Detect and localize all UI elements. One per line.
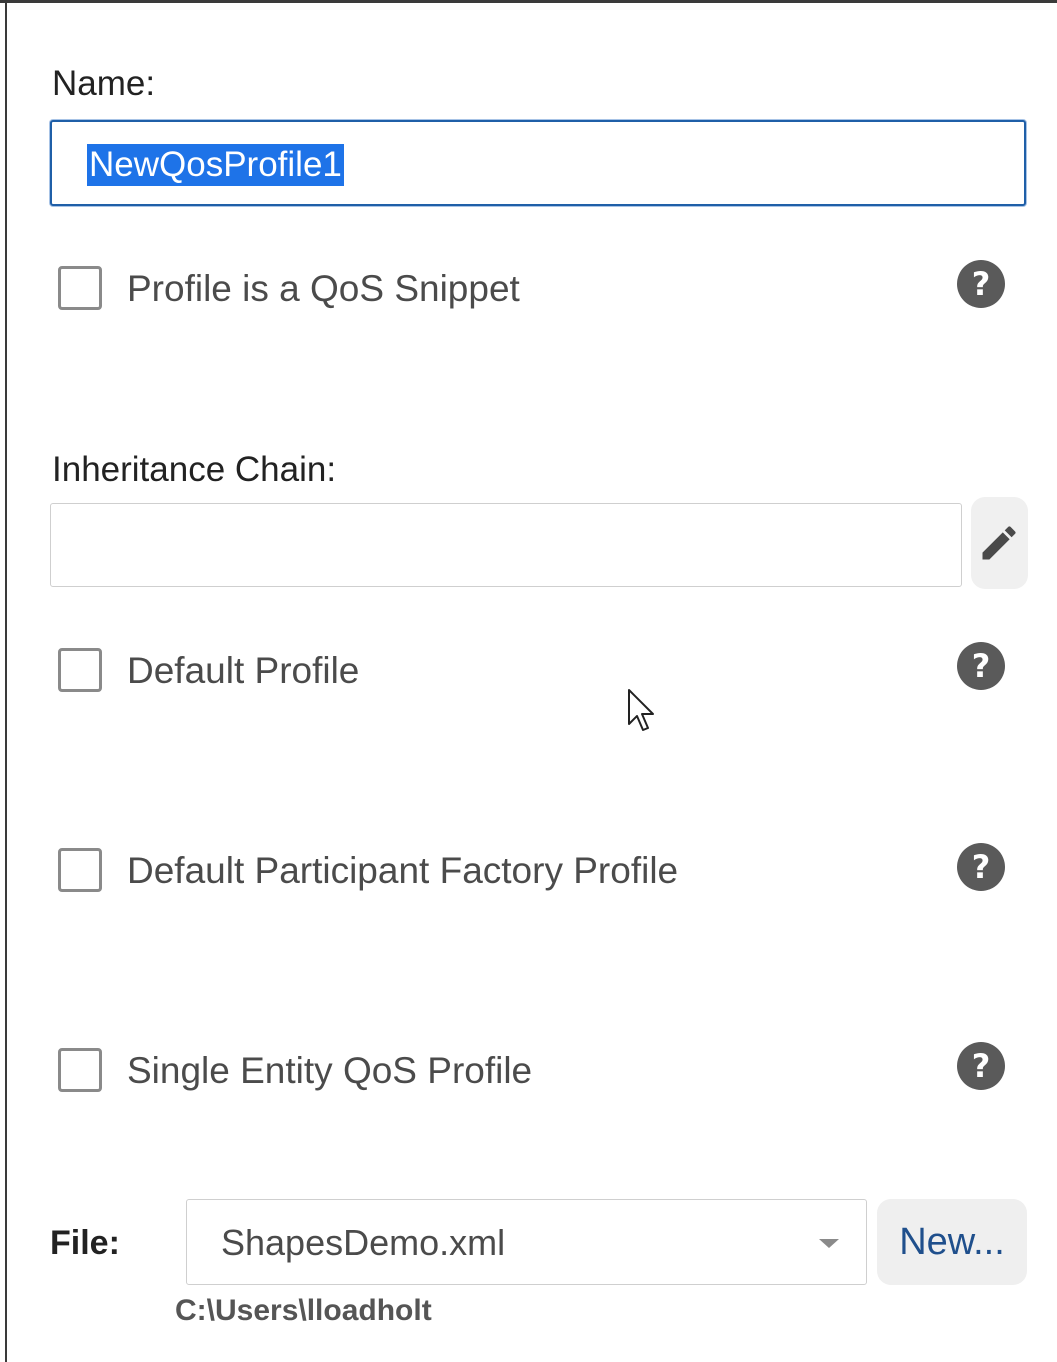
name-input[interactable]: NewQosProfile1 <box>50 120 1026 206</box>
qos-snippet-checkbox[interactable] <box>58 266 102 310</box>
default-participant-factory-label: Default Participant Factory Profile <box>127 850 679 891</box>
file-select-value: ShapesDemo.xml <box>221 1222 506 1263</box>
file-select[interactable]: ShapesDemo.xml <box>186 1199 867 1285</box>
new-file-button[interactable]: New... <box>877 1199 1027 1285</box>
inheritance-chain-input[interactable] <box>50 503 962 587</box>
question-circle-icon[interactable]: ? <box>957 1042 1005 1090</box>
qos-snippet-label: Profile is a QoS Snippet <box>127 268 520 309</box>
question-circle-icon[interactable]: ? <box>957 843 1005 891</box>
file-label: File: <box>50 1224 120 1262</box>
name-label: Name: <box>52 64 156 103</box>
mouse-cursor-icon <box>628 689 654 731</box>
chevron-down-icon <box>819 1239 839 1248</box>
single-entity-label: Single Entity QoS Profile <box>127 1050 533 1091</box>
question-circle-icon[interactable]: ? <box>957 260 1005 308</box>
window-left-border <box>5 0 7 1362</box>
default-participant-factory-checkbox[interactable] <box>58 848 102 892</box>
window-top-border <box>0 0 1057 3</box>
inheritance-chain-label: Inheritance Chain: <box>52 450 337 489</box>
single-entity-checkbox[interactable] <box>58 1048 102 1092</box>
pencil-icon <box>982 526 1016 560</box>
name-input-selected-text: NewQosProfile1 <box>87 144 344 186</box>
file-path: C:\Users\lloadholt <box>175 1294 432 1327</box>
edit-inheritance-button[interactable] <box>971 497 1028 589</box>
default-profile-label: Default Profile <box>127 650 360 691</box>
question-circle-icon[interactable]: ? <box>957 642 1005 690</box>
default-profile-checkbox[interactable] <box>58 648 102 692</box>
